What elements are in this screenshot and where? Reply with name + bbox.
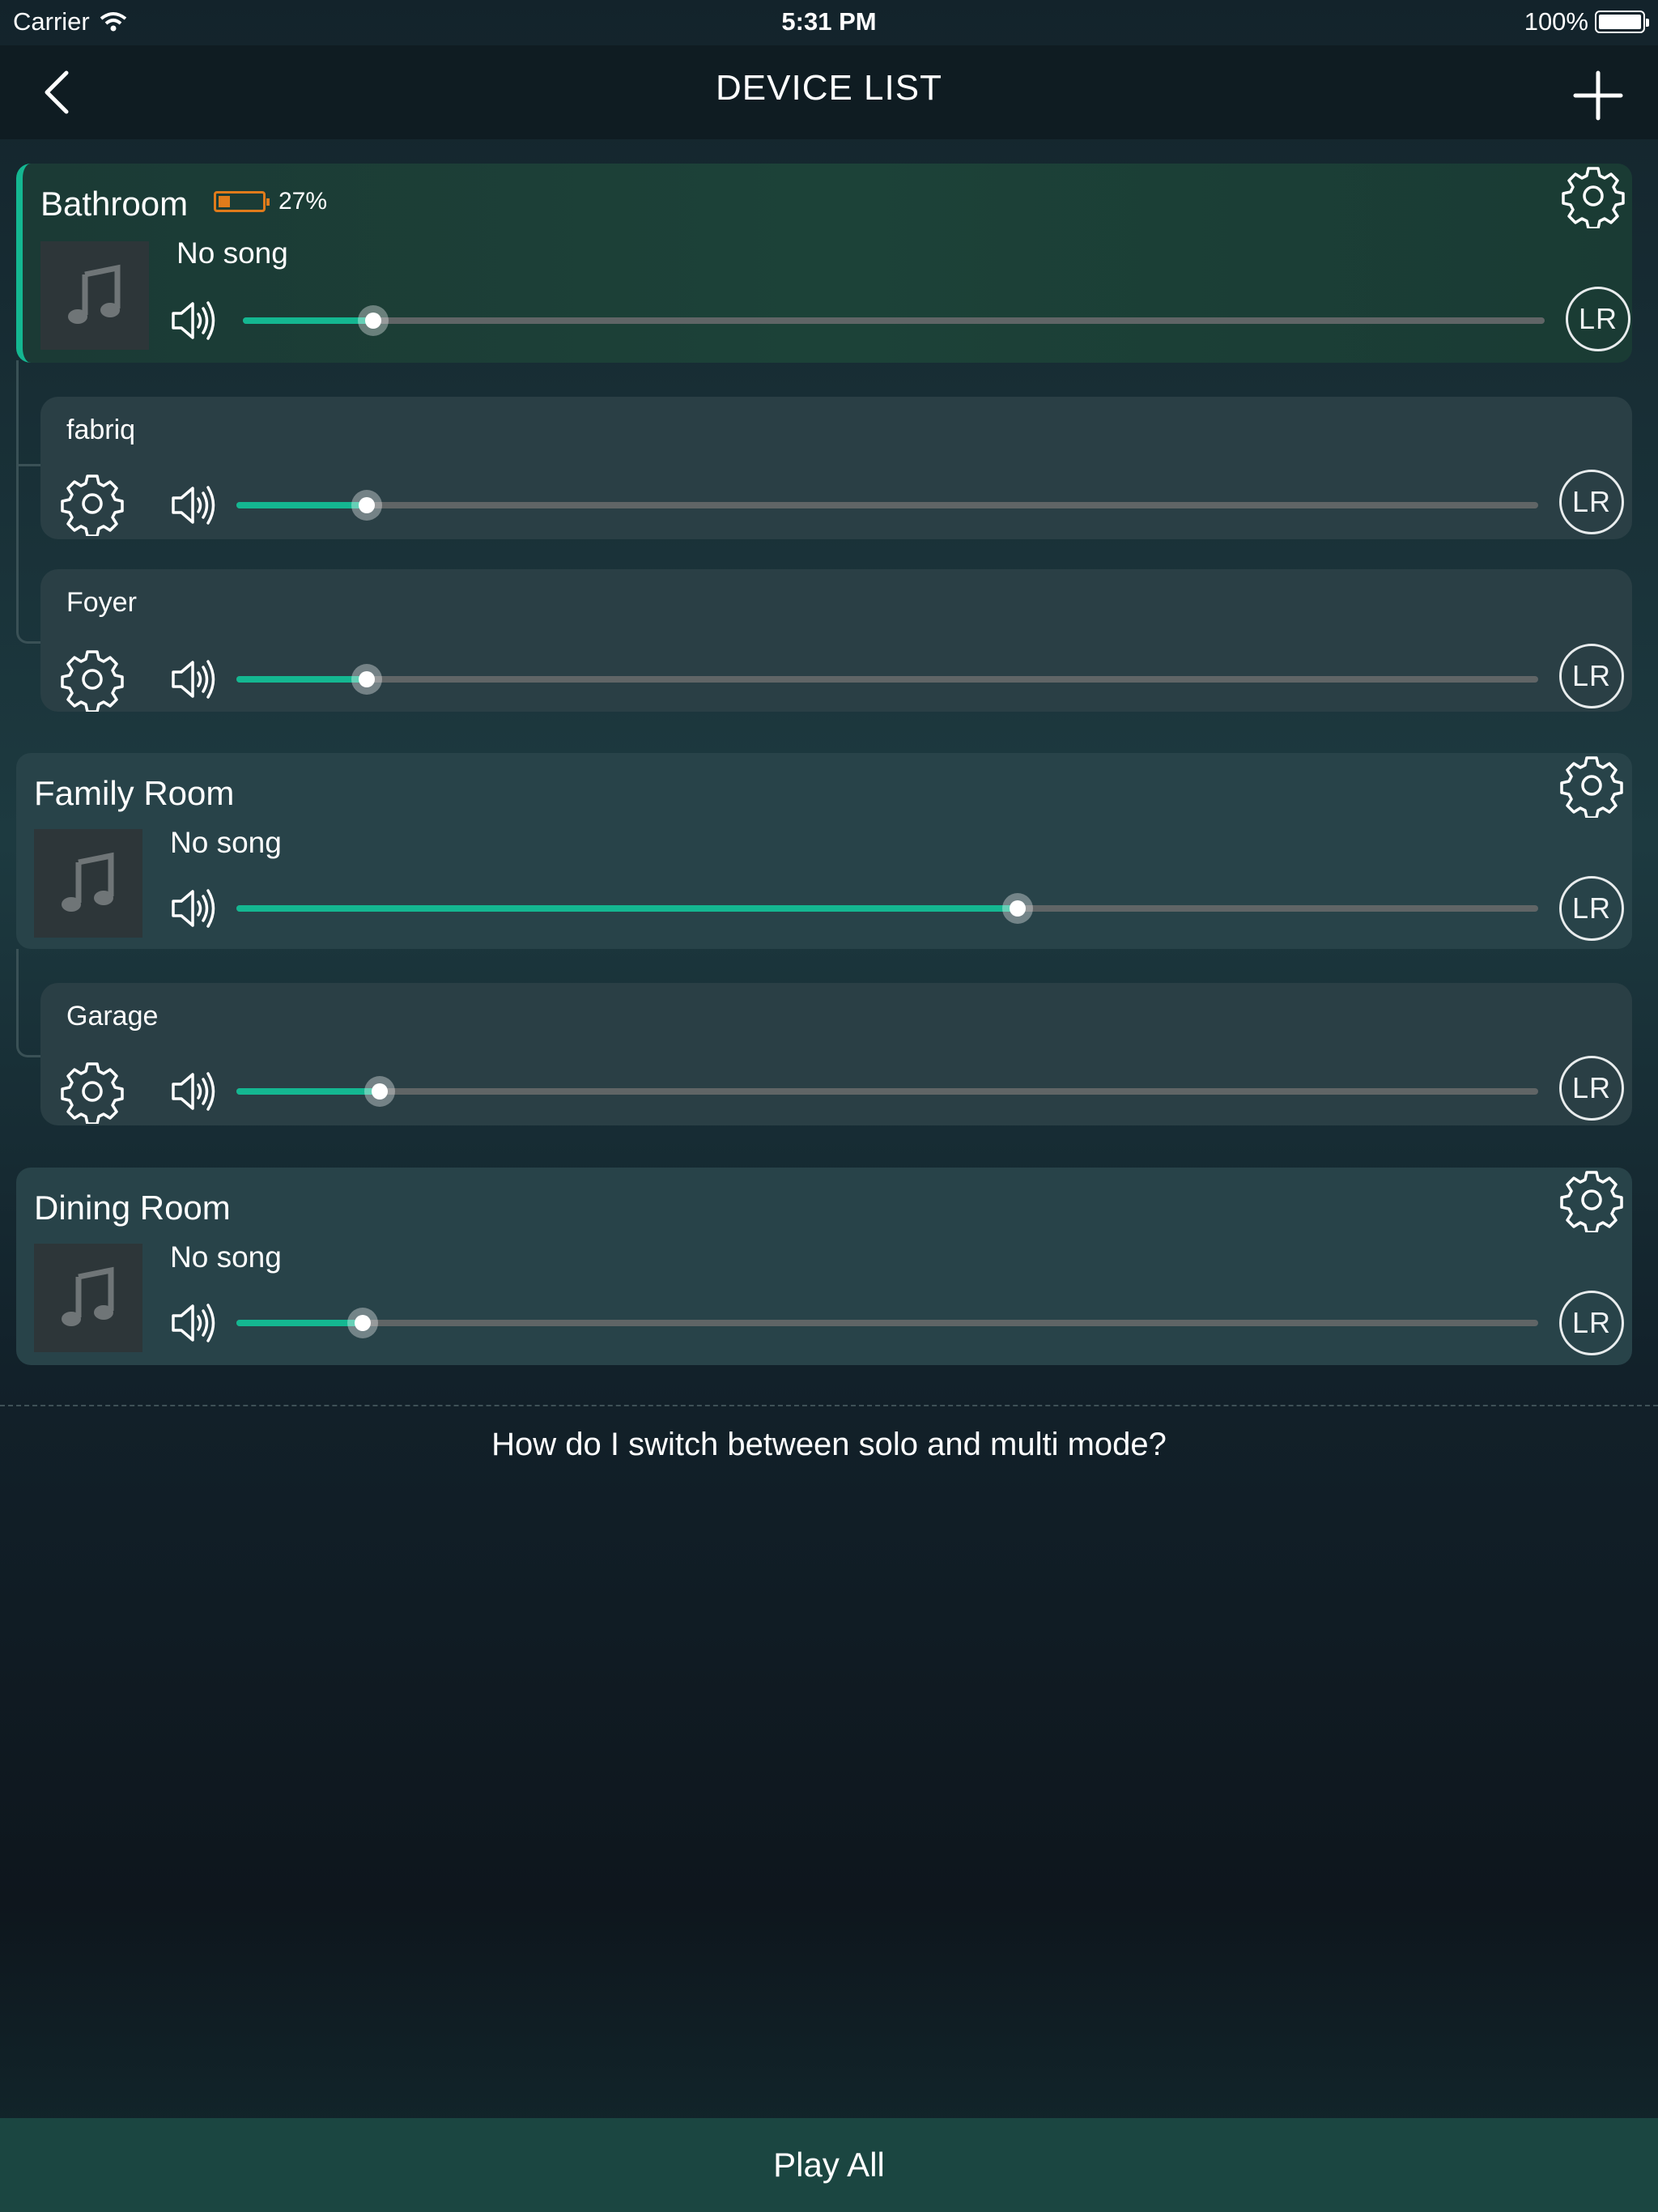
song-title: No song	[176, 236, 288, 270]
gear-icon[interactable]	[1559, 1168, 1624, 1232]
plus-icon[interactable]	[1571, 68, 1626, 123]
speaker-volume-icon[interactable]	[170, 1070, 217, 1112]
battery-icon	[1595, 11, 1649, 33]
volume-fill	[236, 1320, 363, 1326]
device-card-bathroom[interactable]: Bathroom 27% No song LR	[16, 164, 1632, 363]
nav-bar: DEVICE LIST	[0, 45, 1658, 139]
speaker-volume-icon[interactable]	[170, 1302, 217, 1344]
music-note-icon	[57, 1266, 119, 1330]
gear-icon[interactable]	[60, 471, 125, 536]
device-name: Foyer	[66, 587, 137, 618]
device-name: Family Room	[34, 774, 235, 812]
gear-icon[interactable]	[60, 647, 125, 712]
volume-slider[interactable]	[236, 893, 1538, 924]
device-card-garage[interactable]: Garage LR	[40, 983, 1632, 1125]
battery-low-icon	[214, 191, 270, 212]
group-connector	[16, 949, 40, 1057]
gear-icon[interactable]	[60, 1059, 125, 1124]
volume-slider[interactable]	[243, 305, 1545, 336]
channel-lr-button[interactable]: LR	[1559, 644, 1624, 708]
volume-slider[interactable]	[236, 490, 1538, 521]
divider	[0, 1405, 1658, 1406]
speaker-volume-icon[interactable]	[170, 658, 217, 700]
channel-lr-button[interactable]: LR	[1559, 1056, 1624, 1121]
device-card-fabriq[interactable]: fabriq LR	[40, 397, 1632, 539]
battery-percent: 100%	[1524, 7, 1588, 36]
album-art	[34, 1244, 142, 1352]
device-name: Bathroom	[40, 185, 189, 223]
device-battery-percent: 27%	[278, 188, 328, 215]
volume-knob[interactable]	[1001, 893, 1033, 924]
speaker-volume-icon[interactable]	[170, 300, 217, 342]
volume-fill	[236, 905, 1018, 912]
volume-knob[interactable]	[357, 305, 389, 336]
music-note-icon	[57, 851, 119, 916]
song-title: No song	[170, 1240, 282, 1274]
clock: 5:31 PM	[781, 7, 877, 36]
gear-icon[interactable]	[1561, 164, 1626, 228]
help-link[interactable]: How do I switch between solo and multi m…	[0, 1427, 1658, 1463]
volume-slider[interactable]	[236, 1308, 1538, 1338]
volume-fill	[236, 502, 367, 508]
volume-knob[interactable]	[351, 490, 382, 521]
album-art	[40, 241, 149, 350]
status-bar: Carrier 5:31 PM 100%	[0, 0, 1658, 45]
volume-fill	[243, 317, 373, 324]
music-note-icon	[64, 263, 125, 328]
volume-knob[interactable]	[351, 664, 382, 695]
volume-slider[interactable]	[236, 1076, 1538, 1107]
volume-knob[interactable]	[363, 1076, 395, 1107]
channel-lr-button[interactable]: LR	[1559, 1291, 1624, 1355]
device-card-foyer[interactable]: Foyer LR	[40, 569, 1632, 712]
device-card-family-room[interactable]: Family Room No song LR	[16, 753, 1632, 949]
gear-icon[interactable]	[1559, 753, 1624, 818]
device-name: Dining Room	[34, 1189, 231, 1227]
volume-slider[interactable]	[236, 664, 1538, 695]
device-name: fabriq	[66, 415, 136, 445]
group-connector	[16, 360, 40, 644]
battery-status: 100%	[1524, 7, 1649, 36]
battery-level-fill	[219, 196, 231, 207]
song-title: No song	[170, 826, 282, 859]
volume-fill	[236, 1088, 380, 1095]
speaker-volume-icon[interactable]	[170, 484, 217, 526]
channel-lr-button[interactable]: LR	[1559, 876, 1624, 941]
volume-knob[interactable]	[346, 1308, 378, 1338]
album-art	[34, 829, 142, 938]
volume-fill	[236, 676, 367, 683]
group-connector-tick	[16, 464, 40, 466]
channel-lr-button[interactable]: LR	[1559, 470, 1624, 534]
play-all-button[interactable]: Play All	[0, 2118, 1658, 2212]
device-name: Garage	[66, 1001, 159, 1032]
page-title: DEVICE LIST	[716, 68, 942, 108]
device-card-dining-room[interactable]: Dining Room No song LR	[16, 1168, 1632, 1365]
channel-lr-button[interactable]: LR	[1566, 287, 1630, 351]
speaker-volume-icon[interactable]	[170, 887, 217, 929]
